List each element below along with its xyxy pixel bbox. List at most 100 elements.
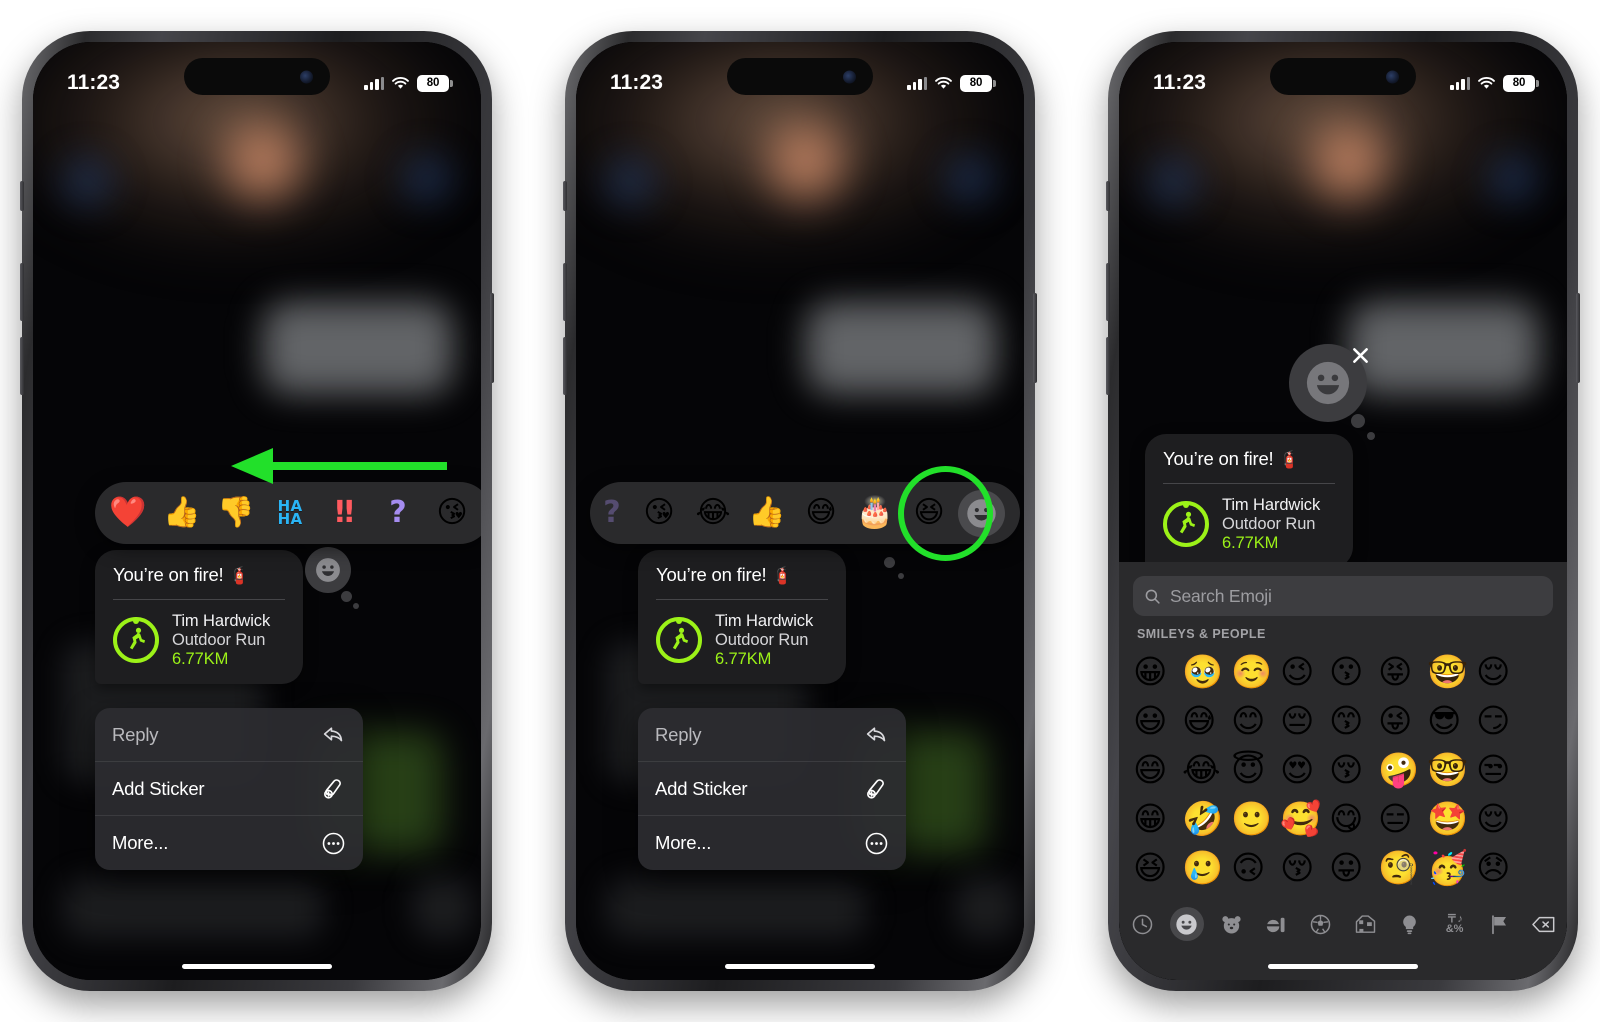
context-menu-item-reply[interactable]: Reply xyxy=(95,708,363,762)
volume-down-button[interactable] xyxy=(20,337,24,395)
workout-card[interactable]: Tim Hardwick Outdoor Run 6.77KM xyxy=(1163,496,1335,552)
emoji-cell[interactable]: 🤓 xyxy=(1427,753,1476,786)
emoji-cell[interactable]: 😗 xyxy=(1329,655,1378,688)
volume-up-button[interactable] xyxy=(563,263,567,321)
message-bubble[interactable]: You’re on fire! 🧯 Tim Hardwick Outdoor R… xyxy=(1145,434,1353,569)
emoji-cell[interactable]: 🤓 xyxy=(1427,655,1476,688)
emoji-cell[interactable]: 😏 xyxy=(1476,704,1525,737)
message-bubble[interactable]: You’re on fire! 🧯 Tim Hardwick Outdoor R… xyxy=(95,550,303,685)
exclamation-reaction[interactable]: ‼ xyxy=(317,498,371,528)
context-menu-item-more[interactable]: More... xyxy=(95,816,363,870)
search-emoji-field[interactable]: Search Emoji xyxy=(1133,576,1553,616)
close-tapback-button[interactable] xyxy=(1347,342,1373,368)
emoji-cell[interactable]: 😌 xyxy=(1476,802,1525,835)
action-button[interactable] xyxy=(563,181,567,211)
power-button[interactable] xyxy=(1576,293,1580,383)
emoji-cell[interactable]: 🥳 xyxy=(1427,851,1476,884)
volume-up-button[interactable] xyxy=(20,263,24,321)
emoji-keyboard[interactable]: Search Emoji SMILEYS & PEOPLE 😀 🥹 ☺️ 😉 😗… xyxy=(1119,562,1567,980)
emoji-cell[interactable]: 😎 xyxy=(1427,704,1476,737)
emoji-cell[interactable]: 🙂 xyxy=(1231,802,1280,835)
emoji-cell[interactable]: 😔 xyxy=(1280,704,1329,737)
power-button[interactable] xyxy=(490,293,494,383)
emoji-cell[interactable]: 🤩 xyxy=(1427,802,1476,835)
emoji-cell[interactable]: 😛 xyxy=(1329,851,1378,884)
context-menu-item-reply[interactable]: Reply xyxy=(638,708,906,762)
message-bubble-wrapper[interactable]: You’re on fire! 🧯 Tim Hardwick Outdoor R… xyxy=(95,550,303,685)
message-bubble[interactable]: You’re on fire! 🧯 Tim Hardwick Outdoor R… xyxy=(638,550,846,685)
tapback-indicator[interactable] xyxy=(305,547,359,609)
volume-up-button[interactable] xyxy=(1106,263,1110,321)
thumbs-up-reaction[interactable]: 👍 xyxy=(740,498,794,528)
emoji-cell[interactable]: 😌 xyxy=(1476,655,1525,688)
activity-category[interactable] xyxy=(1304,907,1338,941)
emoji-cell[interactable]: 🥹 xyxy=(1182,655,1231,688)
workout-card[interactable]: Tim Hardwick Outdoor Run 6.77KM xyxy=(113,612,285,668)
emoji-cell[interactable]: 🙃 xyxy=(1231,851,1280,884)
recents-category[interactable] xyxy=(1125,907,1159,941)
emoji-cell[interactable]: 😅 xyxy=(1182,704,1231,737)
emoji-cell[interactable]: 😃 xyxy=(1133,704,1182,737)
context-menu[interactable]: Reply Add Sticker More... xyxy=(95,708,363,870)
emoji-cell[interactable]: 😂 xyxy=(1182,753,1231,786)
home-indicator[interactable] xyxy=(725,963,875,969)
emoji-cell[interactable]: 🤪 xyxy=(1378,753,1427,786)
flags-category[interactable] xyxy=(1482,907,1516,941)
emoji-cell[interactable]: 😄 xyxy=(1133,753,1182,786)
context-menu-item-more[interactable]: More... xyxy=(638,816,906,870)
emoji-cell[interactable]: 😞 xyxy=(1476,851,1525,884)
emoji-cell[interactable]: 😆 xyxy=(1133,851,1182,884)
travel-category[interactable] xyxy=(1348,907,1382,941)
emoji-cell[interactable]: 😇 xyxy=(1231,753,1280,786)
heart-reaction[interactable]: ❤️ xyxy=(101,498,155,528)
sweat-smile-reaction[interactable]: 😅 xyxy=(794,498,848,528)
context-menu-item-add-sticker[interactable]: Add Sticker xyxy=(638,762,906,816)
emoji-category-bar[interactable]: 〒♪ &% xyxy=(1119,896,1567,952)
emoji-cell[interactable]: 😜 xyxy=(1378,704,1427,737)
delete-key[interactable] xyxy=(1527,907,1561,941)
question-reaction-partial[interactable]: ? xyxy=(592,498,632,528)
thumbs-up-reaction[interactable]: 👍 xyxy=(155,498,209,528)
volume-down-button[interactable] xyxy=(1106,337,1110,395)
objects-category[interactable] xyxy=(1393,907,1427,941)
cake-reaction[interactable]: 🎂 xyxy=(848,498,902,528)
emoji-cell[interactable]: 😍 xyxy=(1280,753,1329,786)
action-button[interactable] xyxy=(1106,181,1110,211)
workout-card[interactable]: Tim Hardwick Outdoor Run 6.77KM xyxy=(656,612,828,668)
emoji-cell[interactable]: 😉 xyxy=(1280,655,1329,688)
emoji-cell[interactable]: 🧐 xyxy=(1378,851,1427,884)
animals-category[interactable] xyxy=(1214,907,1248,941)
emoji-cell[interactable]: 😋 xyxy=(1329,802,1378,835)
joy-reaction[interactable]: 😂 xyxy=(686,498,740,528)
symbols-category[interactable]: 〒♪ &% xyxy=(1438,907,1472,941)
emoji-cell[interactable]: 😊 xyxy=(1231,704,1280,737)
emoji-cell[interactable]: 😙 xyxy=(1329,704,1378,737)
message-bubble-wrapper[interactable]: You’re on fire! 🧯 Tim Hardwick Outdoor R… xyxy=(1145,434,1353,569)
kissing-face-reaction[interactable]: 😘 xyxy=(632,498,686,528)
reaction-bar[interactable]: ❤️ 👍 👎 HA HA ‼ ? 😘 xyxy=(95,482,481,544)
smileys-category[interactable] xyxy=(1169,907,1204,941)
emoji-grid[interactable]: 😀 🥹 ☺️ 😉 😗 😝 🤓 😌 😃 😅 😊 😔 😙 😜 😎 😏 😄 😂 😇 😍… xyxy=(1119,647,1567,892)
home-indicator[interactable] xyxy=(1268,963,1418,969)
action-button[interactable] xyxy=(20,181,24,211)
emoji-cell[interactable]: 😚 xyxy=(1280,851,1329,884)
home-indicator[interactable] xyxy=(182,963,332,969)
emoji-cell[interactable]: 😚 xyxy=(1329,753,1378,786)
emoji-cell[interactable]: ☺️ xyxy=(1231,655,1280,688)
food-category[interactable] xyxy=(1259,907,1293,941)
thumbs-down-reaction[interactable]: 👎 xyxy=(209,498,263,528)
emoji-cell[interactable]: 🥰 xyxy=(1280,802,1329,835)
context-menu-item-add-sticker[interactable]: Add Sticker xyxy=(95,762,363,816)
emoji-cell[interactable]: 😑 xyxy=(1378,802,1427,835)
emoji-cell[interactable]: 😝 xyxy=(1378,655,1427,688)
emoji-cell[interactable]: 🥲 xyxy=(1182,851,1231,884)
context-menu[interactable]: Reply Add Sticker More... xyxy=(638,708,906,870)
power-button[interactable] xyxy=(1033,293,1037,383)
emoji-cell[interactable]: 😁 xyxy=(1133,802,1182,835)
kissing-face-reaction[interactable]: 😘 xyxy=(425,498,479,528)
message-bubble-wrapper[interactable]: You’re on fire! 🧯 Tim Hardwick Outdoor R… xyxy=(638,550,846,685)
emoji-cell[interactable]: 🤣 xyxy=(1182,802,1231,835)
haha-reaction[interactable]: HA HA xyxy=(263,499,317,527)
emoji-cell[interactable]: 😒 xyxy=(1476,753,1525,786)
question-reaction[interactable]: ? xyxy=(371,498,425,528)
